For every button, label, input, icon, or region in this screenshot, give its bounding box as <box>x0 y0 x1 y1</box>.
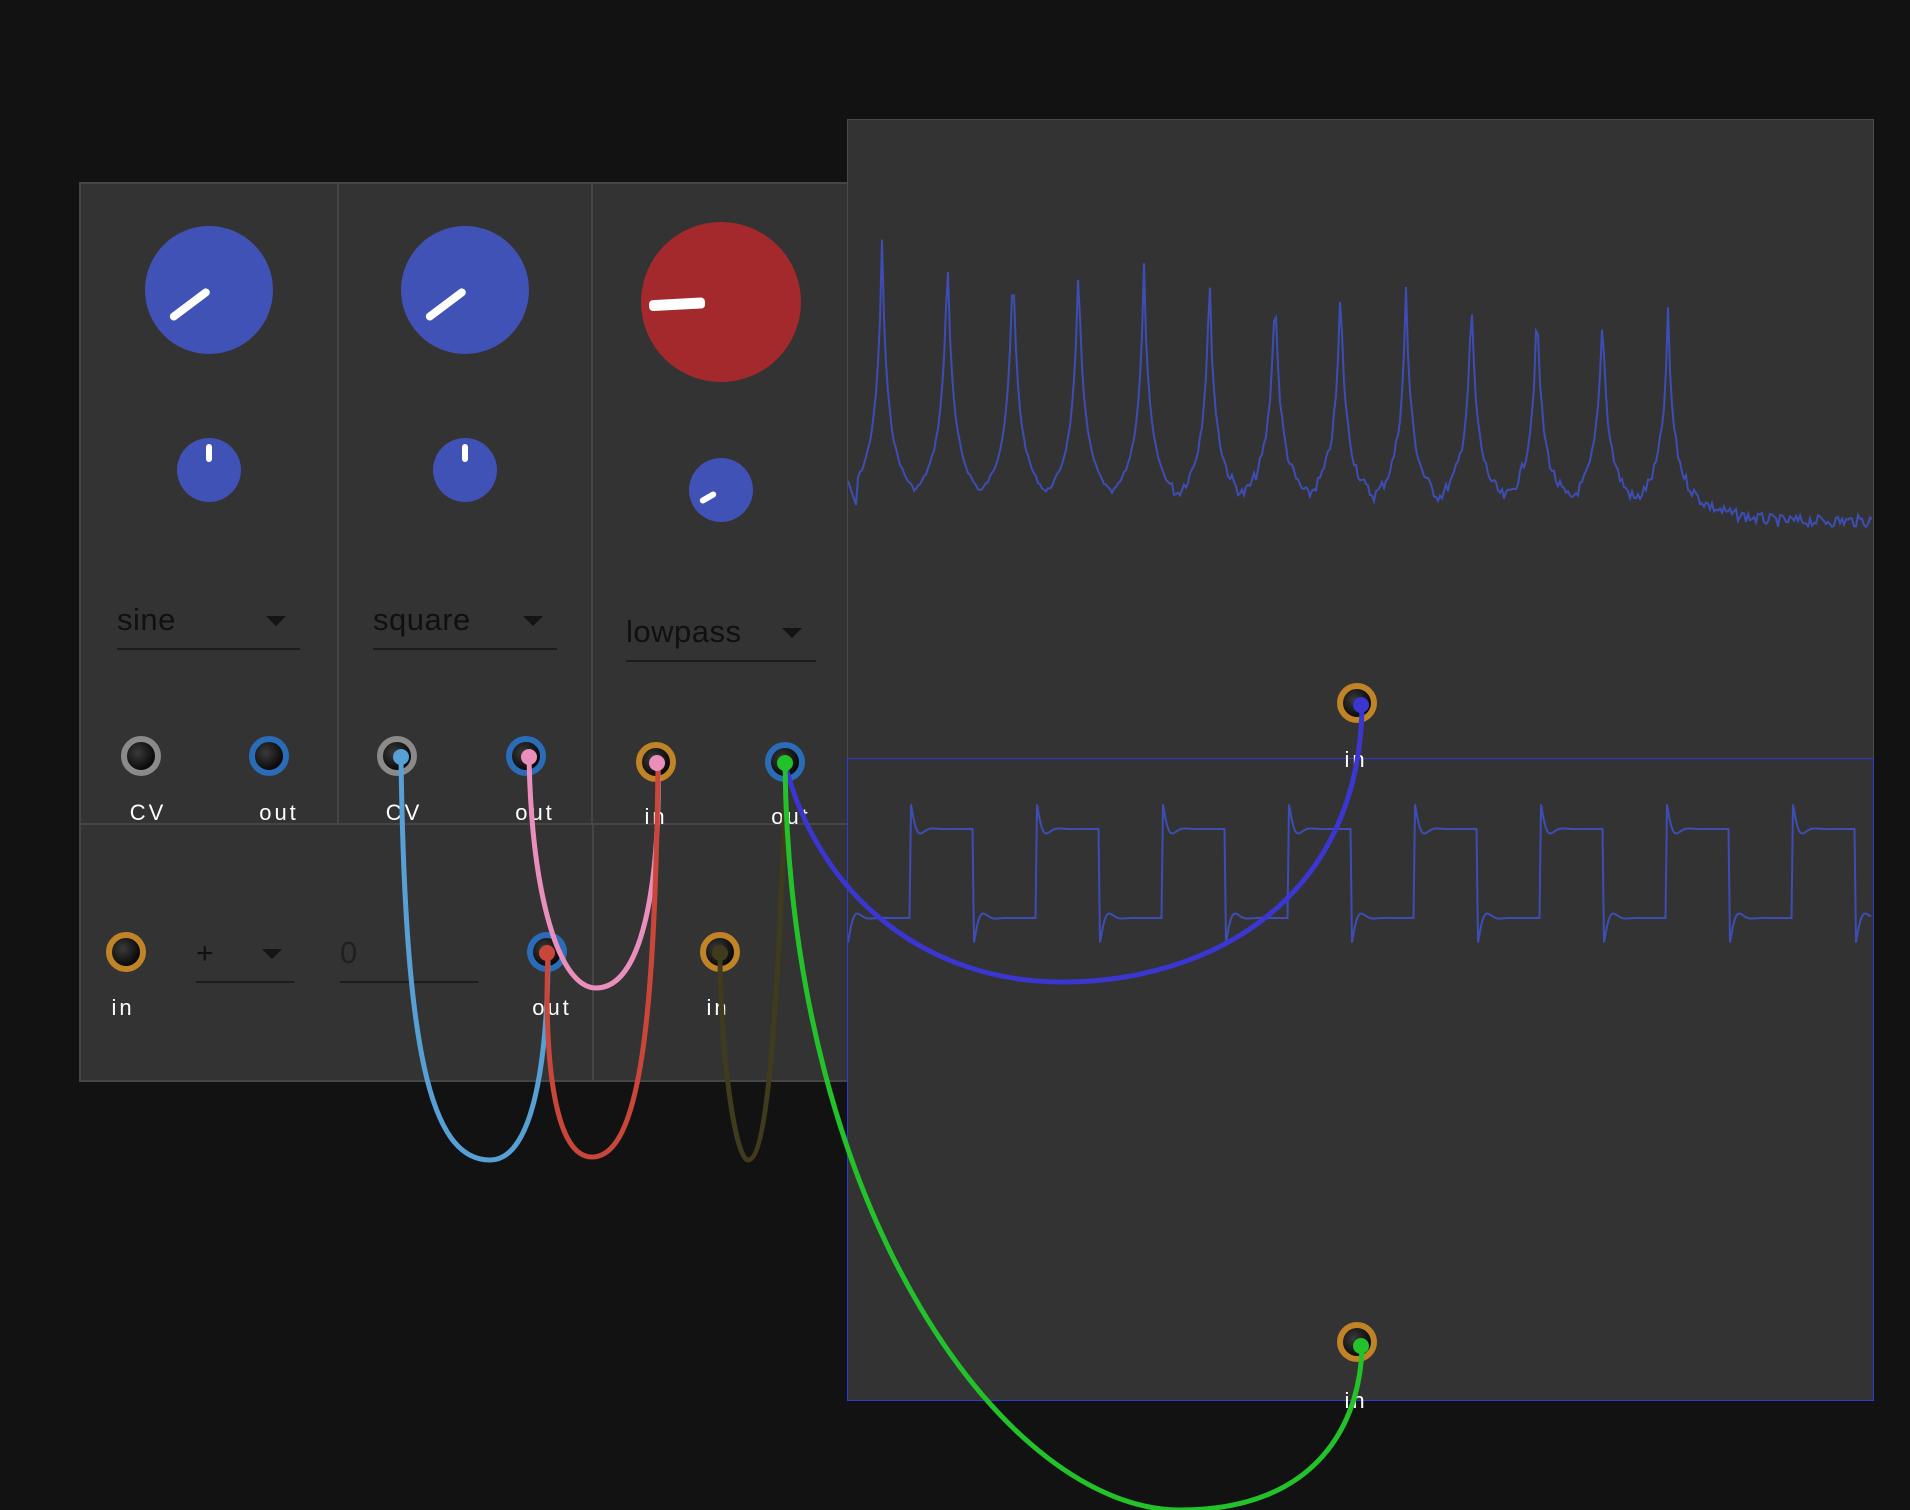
knob-pointer <box>424 286 468 323</box>
aux-in-label: in <box>706 995 730 1020</box>
math-in-jack[interactable] <box>106 932 146 972</box>
chevron-down-icon <box>262 949 282 959</box>
osc1-fine-knob[interactable] <box>177 438 241 502</box>
knob-pointer <box>206 444 212 462</box>
osc1-waveform-value: sine <box>117 602 176 637</box>
spectrum-scope <box>847 119 1874 760</box>
math-operator-select[interactable]: + <box>196 926 294 983</box>
filter-in-jack[interactable] <box>636 742 676 782</box>
osc1-out-label: out <box>259 800 299 825</box>
filter-in-label: in <box>644 804 668 829</box>
math-value-input[interactable]: 0 <box>340 926 478 983</box>
osc1-frequency-knob[interactable] <box>145 226 273 354</box>
osc2-waveform-value: square <box>373 602 471 637</box>
osc2-fine-knob[interactable] <box>433 438 497 502</box>
math-in-label: in <box>111 995 135 1020</box>
filter-resonance-knob[interactable] <box>689 458 753 522</box>
spectrum-in-jack[interactable] <box>1337 683 1377 723</box>
math-operator-value: + <box>196 937 215 970</box>
osc2-frequency-knob[interactable] <box>401 226 529 354</box>
module-math <box>79 823 595 1082</box>
osc1-out-jack[interactable] <box>249 736 289 776</box>
osc1-cv-label: CV <box>129 800 167 825</box>
osc1-waveform-select[interactable]: sine <box>117 592 300 650</box>
spectrum-in-label: in <box>1344 747 1368 772</box>
waveform-in-label: in <box>1344 1388 1368 1413</box>
waveform-trace <box>848 804 1872 943</box>
waveform-scope <box>847 758 1874 1401</box>
filter-out-jack[interactable] <box>765 742 805 782</box>
waveform-in-jack[interactable] <box>1337 1322 1377 1362</box>
filter-cutoff-knob[interactable] <box>641 222 801 382</box>
osc2-out-jack[interactable] <box>506 736 546 776</box>
osc2-waveform-select[interactable]: square <box>373 592 557 650</box>
filter-type-value: lowpass <box>626 614 742 649</box>
filter-out-label: out <box>771 804 811 829</box>
knob-pointer <box>648 297 706 312</box>
chevron-down-icon <box>523 616 543 626</box>
knob-pointer <box>168 286 212 323</box>
osc1-cv-jack[interactable] <box>121 736 161 776</box>
math-out-label: out <box>532 995 572 1020</box>
chevron-down-icon <box>782 628 802 638</box>
osc2-out-label: out <box>515 800 555 825</box>
aux-in-jack[interactable] <box>700 932 740 972</box>
knob-pointer <box>462 444 468 462</box>
spectrum-trace <box>848 239 1873 529</box>
waveform-line <box>848 804 1872 943</box>
osc2-cv-jack[interactable] <box>377 736 417 776</box>
math-value: 0 <box>340 935 358 970</box>
osc2-cv-label: CV <box>385 800 423 825</box>
spectrum-line <box>848 239 1873 529</box>
chevron-down-icon <box>266 616 286 626</box>
math-out-jack[interactable] <box>527 932 567 972</box>
filter-type-select[interactable]: lowpass <box>626 604 816 662</box>
knob-pointer <box>698 490 718 505</box>
